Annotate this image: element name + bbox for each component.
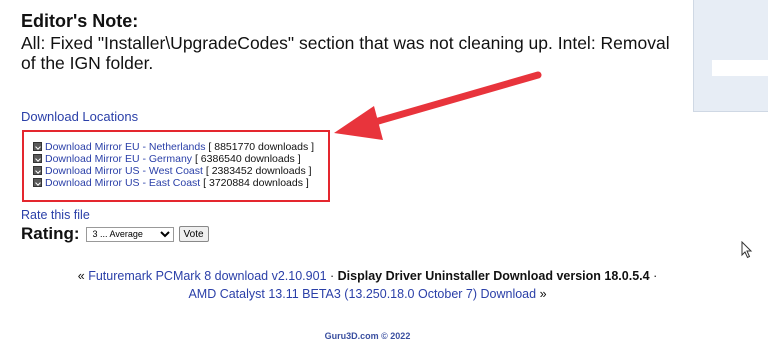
current-article-title: Display Driver Uninstaller Download vers… xyxy=(337,269,650,283)
nav-line-1: « Futuremark PCMark 8 download v2.10.901… xyxy=(0,267,735,285)
nav-line-2: AMD Catalyst 13.11 BETA3 (13.250.18.0 Oc… xyxy=(0,285,735,303)
vote-button[interactable]: Vote xyxy=(178,226,209,242)
next-article-link[interactable]: AMD Catalyst 13.11 BETA3 (13.250.18.0 Oc… xyxy=(188,287,536,301)
nav-separator: · xyxy=(330,269,335,283)
rating-select[interactable]: 3 ... Average xyxy=(85,226,174,242)
rating-row: Rating: 3 ... Average Vote xyxy=(21,224,209,244)
nav-separator: · xyxy=(653,269,658,283)
footer-copyright: Guru3D.com © 2022 xyxy=(324,331,411,341)
next-arrow: » xyxy=(539,287,547,301)
mouse-cursor-icon xyxy=(741,241,753,259)
rate-file-link[interactable]: Rate this file xyxy=(21,208,90,222)
rating-label: Rating: xyxy=(21,224,80,243)
prev-article-link[interactable]: Futuremark PCMark 8 download v2.10.901 xyxy=(88,269,326,283)
prev-arrow: « xyxy=(77,269,85,283)
article-navigation: « Futuremark PCMark 8 download v2.10.901… xyxy=(0,267,735,303)
